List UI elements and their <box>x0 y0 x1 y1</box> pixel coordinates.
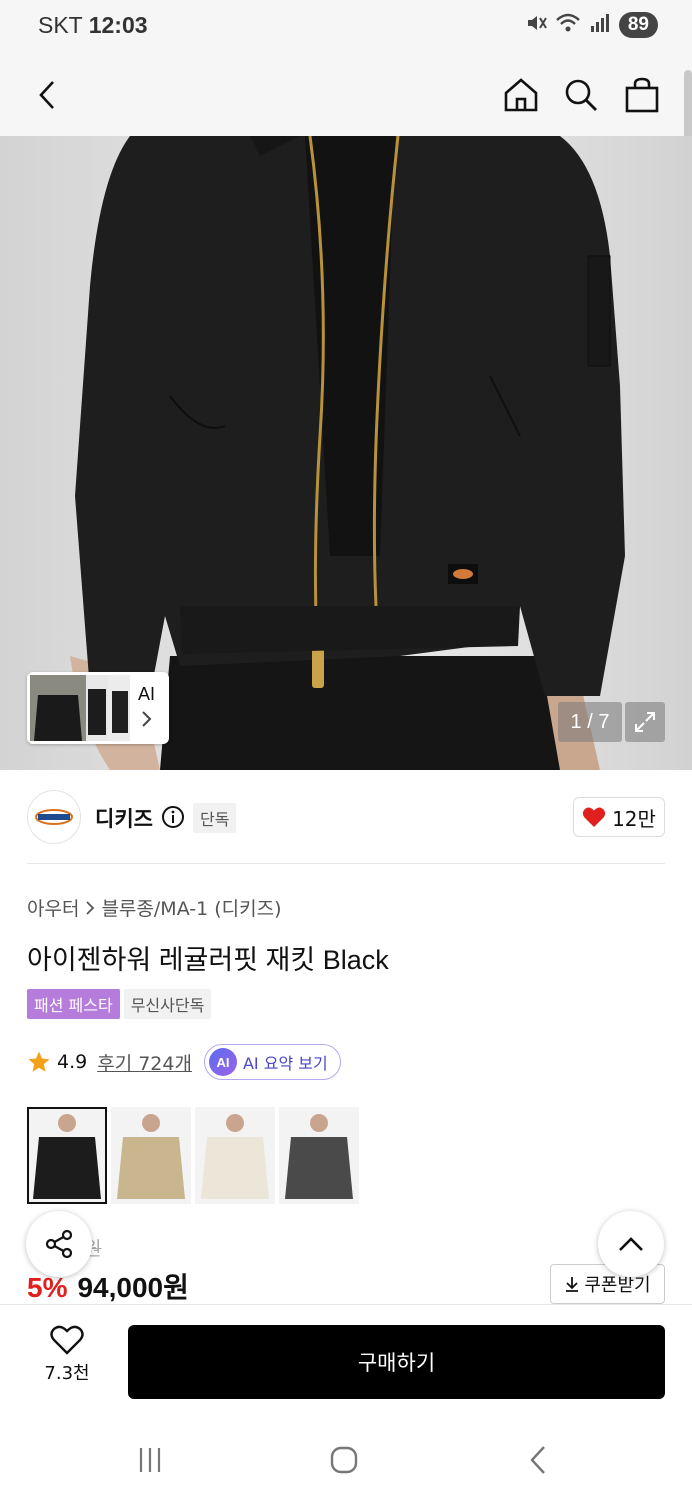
status-icons: 89 <box>525 12 658 38</box>
color-swatch-charcoal <box>279 1107 359 1204</box>
image-page-counter: 1 / 7 <box>558 702 622 742</box>
share-icon <box>45 1229 73 1259</box>
ai-thumb-label: AI <box>138 684 156 704</box>
signal-icon <box>589 12 611 38</box>
recent-apps-icon <box>139 1448 161 1472</box>
tag-fashion-festa: 패션 페스타 <box>27 989 120 1019</box>
ai-thumb-photos <box>30 675 130 741</box>
dickies-logo <box>35 809 73 825</box>
color-option-cream[interactable] <box>195 1107 275 1204</box>
buy-button[interactable]: 구매하기 <box>128 1325 665 1399</box>
top-nav <box>0 54 692 136</box>
sale-price: 94,000원 <box>77 1272 189 1303</box>
color-option-khaki[interactable] <box>111 1107 191 1204</box>
back-arrow-icon <box>530 1446 545 1474</box>
brand-row: 디키즈 단독 12만 <box>0 770 692 864</box>
exclusive-badge: 단독 <box>193 803 237 833</box>
product-image-carousel[interactable]: AI 1 / 7 <box>0 136 692 770</box>
expand-image-button[interactable] <box>625 702 665 742</box>
cart-button[interactable] <box>617 70 667 120</box>
breadcrumb-item-outer[interactable]: 아우터 <box>27 894 79 921</box>
chevron-up-icon <box>619 1237 643 1251</box>
brand-name[interactable]: 디키즈 <box>95 803 153 833</box>
wifi-icon <box>555 12 581 38</box>
review-count-link[interactable]: 후기 724개 <box>97 1049 192 1076</box>
brand-logo[interactable] <box>27 790 81 844</box>
back-button[interactable] <box>22 70 72 120</box>
info-icon[interactable] <box>161 805 185 833</box>
color-swatch-cream <box>195 1107 275 1204</box>
home-button[interactable] <box>496 70 546 120</box>
home-icon <box>504 78 538 112</box>
recent-apps-button[interactable] <box>130 1442 170 1478</box>
tag-musinsa-exclusive: 무신사단독 <box>123 989 212 1019</box>
download-icon <box>566 1277 579 1292</box>
status-carrier-time: SKT 12:03 <box>38 12 148 39</box>
wishlist-count: 7.3천 <box>44 1363 90 1384</box>
breadcrumb-item-blouson[interactable]: 블루종/MA-1 (디키즈) <box>101 894 281 921</box>
wishlist-button[interactable]: 7.3천 <box>30 1325 104 1397</box>
carrier-label: SKT <box>38 12 83 38</box>
brand-like-count: 12만 <box>612 806 656 831</box>
brand-like-button[interactable]: 12만 <box>573 797 665 837</box>
status-bar: SKT 12:03 89 <box>0 0 692 54</box>
share-button[interactable] <box>26 1211 92 1277</box>
purchase-bar: 7.3천 구매하기 <box>0 1304 692 1420</box>
heart-outline-icon <box>50 1325 84 1355</box>
clock: 12:03 <box>88 12 148 38</box>
expand-icon <box>635 712 655 732</box>
color-swatch-khaki <box>111 1107 191 1204</box>
product-title: 아이젠하워 레귤러핏 재킷 Black <box>27 945 389 975</box>
star-icon <box>28 1051 50 1072</box>
color-option-black[interactable] <box>27 1107 107 1204</box>
mute-icon <box>525 12 547 38</box>
rating-value: 4.9 <box>57 1051 88 1073</box>
home-nav-button[interactable] <box>324 1442 364 1478</box>
chevron-left-icon <box>39 81 54 109</box>
system-back-button[interactable] <box>518 1442 558 1478</box>
breadcrumb: 아우터 블루종/MA-1 (디키즈) <box>27 894 282 921</box>
search-icon <box>565 79 597 111</box>
ai-similar-items-thumb[interactable]: AI <box>27 672 169 744</box>
product-tags: 패션 페스타 무신사단독 <box>27 989 212 1019</box>
scroll-indicator[interactable] <box>684 70 692 142</box>
ai-summary-button[interactable]: AI AI 요약 보기 <box>203 1044 341 1080</box>
color-option-charcoal[interactable] <box>279 1107 359 1204</box>
battery-indicator: 89 <box>618 12 658 38</box>
home-circle-icon <box>330 1446 358 1474</box>
color-swatch-black <box>27 1107 107 1204</box>
system-navigation-bar <box>0 1420 692 1500</box>
ai-badge-icon: AI <box>208 1048 237 1076</box>
ai-summary-label: AI 요약 보기 <box>242 1054 328 1073</box>
color-options <box>27 1107 359 1204</box>
search-button[interactable] <box>556 70 606 120</box>
chevron-right-icon <box>86 900 95 915</box>
divider <box>27 863 665 864</box>
rating-row: 4.9 후기 724개 AI AI 요약 보기 <box>27 1044 341 1080</box>
scroll-to-top-button[interactable] <box>598 1211 664 1277</box>
shopping-bag-icon <box>625 77 659 113</box>
heart-filled-icon <box>582 807 606 827</box>
chevron-right-icon <box>142 711 152 727</box>
